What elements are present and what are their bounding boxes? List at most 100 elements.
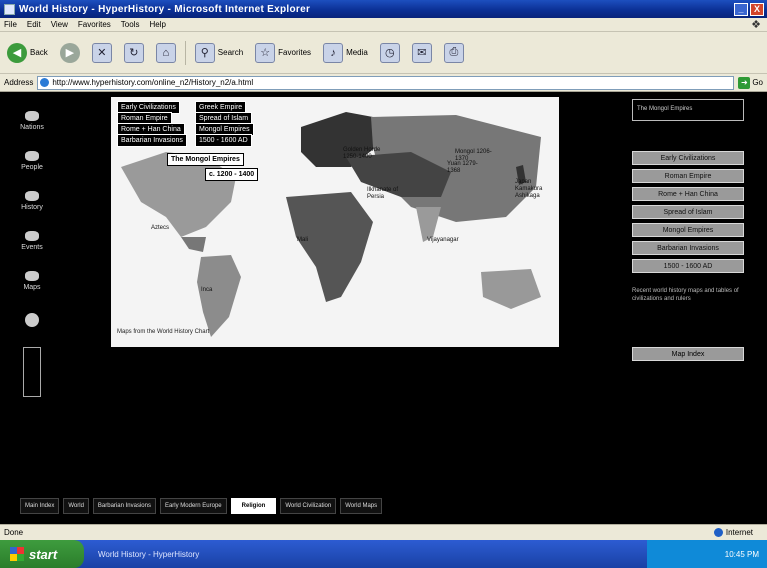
address-input[interactable]: http://www.hyperhistory.com/online_n2/Hi… [37,75,735,90]
mail-button[interactable]: ✉ [409,41,435,65]
stop-icon: ✕ [91,42,112,63]
bottom-nav-religion[interactable]: Religion [230,498,277,514]
menu-file[interactable]: File [4,20,17,29]
menu-view[interactable]: View [51,20,68,29]
media-icon: ♪ [323,42,344,63]
rp-btn-rome-han-china[interactable]: Rome + Han China [632,187,744,201]
bottom-nav-early-modern-europe[interactable]: Early Modern Europe [159,498,227,514]
search-icon: ⚲ [194,42,215,63]
nav-item-nations[interactable]: Nations [12,103,52,139]
go-button[interactable]: ➜ Go [738,76,767,89]
bottom-nav-barbarian-invasions[interactable]: Barbarian Invasions [92,498,156,514]
nav-scroll-panel[interactable] [23,347,41,397]
page-icon [40,78,50,87]
map-highlight-title: The Mongol Empires [167,153,244,166]
home-icon: ⌂ [155,42,176,63]
clock: 10:45 PM [724,549,759,559]
internet-zone-icon [713,528,723,537]
start-button[interactable]: start [0,540,84,568]
menu-bar: File Edit View Favorites Tools Help ❖ [0,18,767,32]
rp-btn-mongol-empires[interactable]: Mongol Empires [632,223,744,237]
nav-item-people[interactable]: People [12,143,52,179]
search-button[interactable]: ⚲ Search [192,41,246,65]
south-america-shape [197,255,241,337]
right-panel-header: The Mongol Empires [632,99,744,121]
window-title: World History - HyperHistory - Microsoft… [19,3,311,15]
bottom-nav-world[interactable]: World [63,498,89,514]
taskbar-item-browser[interactable]: World History - HyperHistory [98,550,199,559]
rp-btn-roman-empire[interactable]: Roman Empire [632,169,744,183]
address-label: Address [4,78,34,87]
bottom-nav-world-maps[interactable]: World Maps [340,498,383,514]
star-icon: ☆ [255,42,276,63]
map-credit: Maps from the World History Chart [117,329,210,335]
rp-btn-spread-of-islam[interactable]: Spread of Islam [632,205,744,219]
menu-edit[interactable]: Edit [27,20,41,29]
go-arrow-icon: ➜ [738,76,751,89]
print-button[interactable]: ⎙ [441,41,467,65]
central-america-shape [181,237,206,252]
forward-button[interactable]: ▶ [57,41,83,65]
nav-item-events[interactable]: Events [12,223,52,259]
map-btn-barbarian-invasions[interactable]: Barbarian Invasions [117,134,187,147]
africa-shape [286,192,373,302]
history-icon: ◷ [379,42,400,63]
status-bar: Done Internet [0,524,767,540]
nav-item-history[interactable]: History [12,183,52,219]
taskbar: start World History - HyperHistory 10:45… [0,540,767,568]
system-tray: 10:45 PM [647,540,767,568]
print-icon: ⎙ [443,42,464,63]
favorites-button[interactable]: ☆ Favorites [252,41,314,65]
bottom-nav-strip: Main Index World Barbarian Invasions Ear… [20,496,480,516]
map-highlight-period: c. 1200 - 1400 [205,168,259,181]
map-index-button[interactable]: Map Index [632,347,744,361]
events-icon [25,231,39,241]
media-button[interactable]: ♪ Media [320,41,371,65]
refresh-button[interactable]: ↻ [121,41,147,65]
world-icon [25,312,39,327]
toolbar-divider [184,40,186,65]
label-aztecs: Aztecs [151,225,170,231]
rp-btn-early-civilizations[interactable]: Early Civilizations [632,151,744,165]
minimize-button[interactable]: _ [734,2,748,16]
browser-window: World History - HyperHistory - Microsoft… [0,0,767,568]
label-vijayanagar: Vijayanagar [427,237,459,243]
right-panel: The Mongol Empires Early Civilizations R… [632,99,744,361]
menu-tools[interactable]: Tools [121,20,140,29]
nav-item-maps[interactable]: Maps [12,263,52,299]
rp-btn-1500-1600[interactable]: 1500 - 1600 AD [632,259,744,273]
map-icon [25,271,39,281]
right-panel-note: Recent world history maps and tables of … [632,288,739,302]
toolbar: ◀ Back ▶ ✕ ↻ ⌂ ⚲ Search ☆ Favorites ♪ Me… [0,32,767,74]
rp-btn-barbarian-invasions[interactable]: Barbarian Invasions [632,241,744,255]
title-bar: World History - HyperHistory - Microsoft… [0,0,767,18]
bottom-nav-world-civilization[interactable]: World Civilization [280,498,337,514]
address-bar: Address http://www.hyperhistory.com/onli… [0,74,767,92]
globe-icon [25,111,39,121]
back-button[interactable]: ◀ Back [4,41,51,65]
menu-help[interactable]: Help [149,20,165,29]
close-button[interactable]: X [750,2,764,16]
address-url: http://www.hyperhistory.com/online_n2/Hi… [52,78,254,87]
back-arrow-icon: ◀ [7,42,27,63]
security-zone: Internet [713,528,753,537]
label-japan: Japan Kamakura Ashikaga [515,179,543,199]
person-icon [25,151,39,161]
australia-shape [481,269,541,309]
page-content: Nations People History Events Maps Early… [0,93,767,515]
label-yuan: Yuan 1279-1368 [447,161,478,174]
ie-icon [4,3,15,15]
home-button[interactable]: ⌂ [153,41,179,65]
history-button[interactable]: ◷ [377,41,403,65]
nav-item-globe[interactable] [12,303,52,339]
scroll-icon [25,191,39,201]
refresh-icon: ↻ [123,42,144,63]
label-ilkhanate: Ilkhanate of Persia [367,187,399,200]
stop-button[interactable]: ✕ [89,41,115,65]
menu-favorites[interactable]: Favorites [78,20,111,29]
map-btn-1500-1600[interactable]: 1500 - 1600 AD [195,134,252,147]
bottom-nav-main-index[interactable]: Main Index [20,498,60,514]
world-map: Early Civilizations Roman Empire Rome + … [111,97,559,347]
left-nav: Nations People History Events Maps [12,103,52,397]
forward-arrow-icon: ▶ [59,42,80,63]
